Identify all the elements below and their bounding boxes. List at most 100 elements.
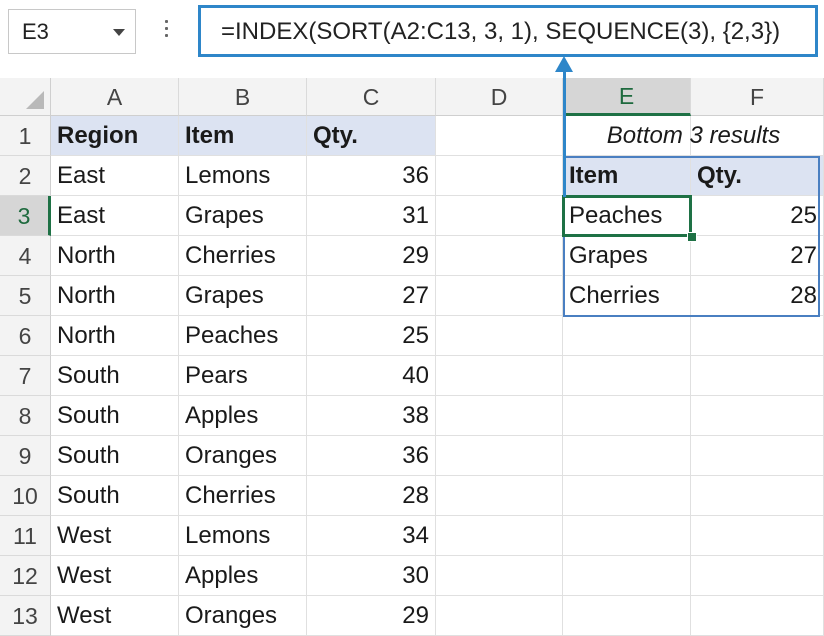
- cell-d12[interactable]: [436, 556, 563, 596]
- cell-d11[interactable]: [436, 516, 563, 556]
- row-header-4[interactable]: 4: [0, 236, 51, 276]
- row-header-6[interactable]: 6: [0, 316, 51, 356]
- table-cell[interactable]: 29: [307, 236, 436, 276]
- table-cell[interactable]: South: [51, 356, 179, 396]
- table-cell[interactable]: Grapes: [179, 276, 307, 316]
- cell-f9[interactable]: [691, 436, 824, 476]
- table-cell[interactable]: 27: [307, 276, 436, 316]
- cell-e8[interactable]: [563, 396, 691, 436]
- cell-e7[interactable]: [563, 356, 691, 396]
- table-cell[interactable]: 28: [307, 476, 436, 516]
- row-header-11[interactable]: 11: [0, 516, 51, 556]
- row-header-7[interactable]: 7: [0, 356, 51, 396]
- results-cell[interactable]: Cherries: [563, 276, 691, 316]
- column-header-e[interactable]: E: [563, 78, 691, 116]
- table-cell[interactable]: 31: [307, 196, 436, 236]
- results-cell[interactable]: 28: [691, 276, 824, 316]
- table-header-cell[interactable]: Item: [179, 116, 307, 156]
- cell-e6[interactable]: [563, 316, 691, 356]
- table-cell[interactable]: Apples: [179, 556, 307, 596]
- cell-f11[interactable]: [691, 516, 824, 556]
- formula-input[interactable]: =INDEX(SORT(A2:C13, 3, 1), SEQUENCE(3), …: [198, 5, 818, 57]
- fill-handle[interactable]: [687, 232, 697, 242]
- cell-d9[interactable]: [436, 436, 563, 476]
- table-cell[interactable]: North: [51, 316, 179, 356]
- cell-d7[interactable]: [436, 356, 563, 396]
- results-header-cell[interactable]: Item: [563, 156, 691, 196]
- column-header-a[interactable]: A: [51, 78, 179, 116]
- table-cell[interactable]: South: [51, 396, 179, 436]
- table-cell[interactable]: Lemons: [179, 516, 307, 556]
- cell-f8[interactable]: [691, 396, 824, 436]
- cell-f6[interactable]: [691, 316, 824, 356]
- column-header-d[interactable]: D: [436, 78, 563, 116]
- table-cell[interactable]: East: [51, 196, 179, 236]
- table-cell[interactable]: North: [51, 236, 179, 276]
- table-cell[interactable]: Peaches: [179, 316, 307, 356]
- cell-e10[interactable]: [563, 476, 691, 516]
- row-header-1[interactable]: 1: [0, 116, 51, 156]
- column-header-f[interactable]: F: [691, 78, 824, 116]
- results-cell[interactable]: 25: [691, 196, 824, 236]
- results-cell[interactable]: Peaches: [563, 196, 691, 236]
- row-header-9[interactable]: 9: [0, 436, 51, 476]
- table-cell[interactable]: Grapes: [179, 196, 307, 236]
- cell-d1[interactable]: [436, 116, 563, 156]
- table-cell[interactable]: 36: [307, 156, 436, 196]
- table-cell[interactable]: West: [51, 516, 179, 556]
- table-cell[interactable]: Apples: [179, 396, 307, 436]
- table-cell[interactable]: West: [51, 556, 179, 596]
- table-cell[interactable]: Oranges: [179, 436, 307, 476]
- results-header-cell[interactable]: Qty.: [691, 156, 824, 196]
- row-header-13[interactable]: 13: [0, 596, 51, 636]
- table-cell[interactable]: 30: [307, 556, 436, 596]
- row-header-5[interactable]: 5: [0, 276, 51, 316]
- table-header-cell[interactable]: Region: [51, 116, 179, 156]
- cell-f10[interactable]: [691, 476, 824, 516]
- cell-d5[interactable]: [436, 276, 563, 316]
- cell-d3[interactable]: [436, 196, 563, 236]
- column-header-c[interactable]: C: [307, 78, 436, 116]
- table-cell[interactable]: 40: [307, 356, 436, 396]
- table-cell[interactable]: West: [51, 596, 179, 636]
- table-cell[interactable]: 36: [307, 436, 436, 476]
- table-cell[interactable]: Cherries: [179, 476, 307, 516]
- table-cell[interactable]: East: [51, 156, 179, 196]
- row-header-8[interactable]: 8: [0, 396, 51, 436]
- cell-f7[interactable]: [691, 356, 824, 396]
- cell-f12[interactable]: [691, 556, 824, 596]
- table-cell[interactable]: Oranges: [179, 596, 307, 636]
- more-options-icon[interactable]: [160, 16, 172, 46]
- cell-d13[interactable]: [436, 596, 563, 636]
- table-cell[interactable]: Cherries: [179, 236, 307, 276]
- table-cell[interactable]: Lemons: [179, 156, 307, 196]
- cell-e9[interactable]: [563, 436, 691, 476]
- row-header-2[interactable]: 2: [0, 156, 51, 196]
- table-cell[interactable]: South: [51, 476, 179, 516]
- table-cell[interactable]: 29: [307, 596, 436, 636]
- cell-d4[interactable]: [436, 236, 563, 276]
- cell-d10[interactable]: [436, 476, 563, 516]
- cell-f13[interactable]: [691, 596, 824, 636]
- cell-e11[interactable]: [563, 516, 691, 556]
- table-cell[interactable]: North: [51, 276, 179, 316]
- table-cell[interactable]: 25: [307, 316, 436, 356]
- column-header-b[interactable]: B: [179, 78, 307, 116]
- cell-d6[interactable]: [436, 316, 563, 356]
- results-cell[interactable]: Grapes: [563, 236, 691, 276]
- table-cell[interactable]: Pears: [179, 356, 307, 396]
- cell-d2[interactable]: [436, 156, 563, 196]
- cell-e13[interactable]: [563, 596, 691, 636]
- table-cell[interactable]: South: [51, 436, 179, 476]
- row-header-3[interactable]: 3: [0, 196, 51, 236]
- cell-e12[interactable]: [563, 556, 691, 596]
- cell-d8[interactable]: [436, 396, 563, 436]
- dropdown-arrow-icon[interactable]: [113, 29, 125, 36]
- select-all-button[interactable]: [0, 78, 51, 116]
- table-cell[interactable]: 38: [307, 396, 436, 436]
- results-cell[interactable]: 27: [691, 236, 824, 276]
- row-header-10[interactable]: 10: [0, 476, 51, 516]
- name-box[interactable]: E3: [8, 9, 136, 54]
- row-header-12[interactable]: 12: [0, 556, 51, 596]
- table-cell[interactable]: 34: [307, 516, 436, 556]
